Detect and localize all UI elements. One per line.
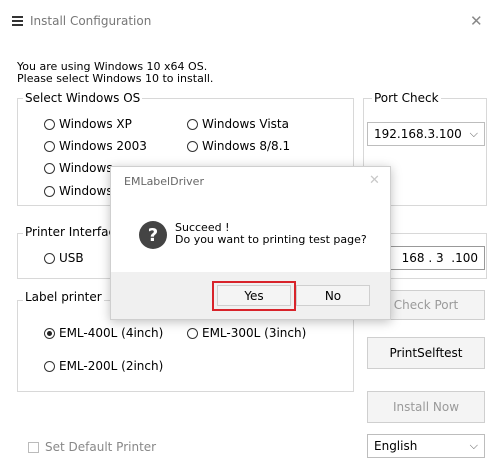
radio-dot	[187, 118, 198, 130]
ip-select-value: 192.168.3.100	[374, 127, 462, 141]
radio-eml-300l[interactable]: EML-300L (3inch)	[187, 326, 306, 340]
radio-eml-400l[interactable]: EML-400L (4inch)	[44, 326, 163, 340]
radio-windows-vista[interactable]: Windows Vista	[187, 117, 289, 131]
port-check-legend: Port Check	[372, 91, 441, 105]
radio-label: USB	[59, 251, 84, 265]
radio-dot	[44, 185, 55, 197]
language-select-value: English	[374, 439, 418, 453]
radio-dot	[44, 118, 55, 130]
radio-windows-10[interactable]: Windows	[44, 184, 113, 198]
radio-dot	[187, 140, 198, 152]
radio-dot	[44, 360, 55, 372]
print-selftest-button[interactable]: PrintSelftest	[367, 337, 485, 369]
dialog-close-icon[interactable]: ✕	[369, 173, 380, 188]
radio-usb[interactable]: USB	[44, 251, 84, 265]
close-icon[interactable]: ✕	[470, 12, 483, 30]
chevron-down-icon: ⌵	[469, 127, 478, 140]
chevron-down-icon: ⌵	[469, 439, 478, 452]
radio-windows-7[interactable]: Windows	[44, 161, 113, 175]
language-select[interactable]: English ⌵	[367, 434, 485, 458]
radio-label: Windows Vista	[202, 117, 289, 131]
no-button[interactable]: No	[296, 285, 370, 306]
radio-dot-selected	[44, 327, 55, 339]
radio-label: Windows 2003	[59, 139, 147, 153]
radio-label: Windows 8/8.1	[202, 139, 291, 153]
radio-label: Windows XP	[59, 117, 132, 131]
set-default-printer-checkbox[interactable]: Set Default Printer	[28, 440, 156, 454]
os-info-line-2: Please select Windows 10 to install.	[17, 72, 214, 85]
app-menu-icon	[12, 16, 23, 27]
ip-select[interactable]: 192.168.3.100 ⌵	[367, 122, 485, 146]
dialog-message: Succeed ! Do you want to printing test p…	[175, 222, 367, 246]
radio-eml-200l[interactable]: EML-200L (2inch)	[44, 359, 163, 373]
radio-label: EML-300L (3inch)	[202, 326, 307, 340]
os-select-legend: Select Windows OS	[23, 91, 143, 105]
radio-label: EML-200L (2inch)	[59, 359, 164, 373]
dialog-title: EMLabelDriver	[124, 175, 204, 188]
question-icon: ?	[139, 221, 167, 249]
checkbox-box	[28, 441, 39, 453]
window-title: Install Configuration	[30, 14, 152, 28]
radio-windows-xp[interactable]: Windows XP	[44, 117, 132, 131]
radio-label: EML-400L (4inch)	[59, 326, 164, 340]
radio-dot	[44, 140, 55, 152]
radio-windows-8[interactable]: Windows 8/8.1	[187, 139, 290, 153]
radio-dot	[44, 252, 55, 264]
radio-dot	[44, 162, 55, 174]
radio-label: Windows	[59, 161, 113, 175]
yes-button-highlight	[212, 281, 296, 311]
ip-address-value: 168 . 3 .100	[401, 251, 478, 265]
os-info-text: You are using Windows 10 x64 OS. Please …	[17, 61, 213, 85]
title-bar: Install Configuration ✕	[0, 0, 493, 40]
confirm-dialog: EMLabelDriver ✕ ? Succeed ! Do you want …	[110, 166, 391, 320]
radio-dot	[187, 327, 198, 339]
radio-label: Windows	[59, 184, 113, 198]
radio-windows-2003[interactable]: Windows 2003	[44, 139, 147, 153]
printer-interface-legend: Printer Interfac	[23, 225, 118, 239]
label-printer-legend: Label printer	[23, 290, 104, 304]
dialog-message-line-2: Do you want to printing test page?	[175, 233, 367, 246]
install-now-button[interactable]: Install Now	[367, 391, 485, 423]
checkbox-label: Set Default Printer	[45, 440, 157, 454]
